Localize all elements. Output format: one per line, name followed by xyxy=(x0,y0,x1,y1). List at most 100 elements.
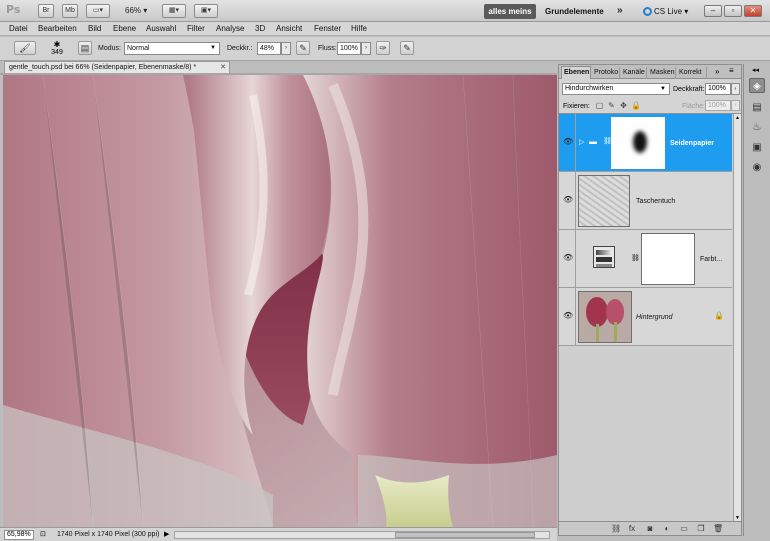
new-layer-icon[interactable]: ❐ xyxy=(696,524,706,534)
brush-tool-preset-icon[interactable]: 🖌 xyxy=(14,41,36,55)
menu-ansicht[interactable]: Ansicht xyxy=(276,23,302,35)
cs-live-button[interactable]: CS Live ▾ xyxy=(643,4,688,19)
layer-row-farbton[interactable]: 👁 ⛓ Farbt... xyxy=(559,230,732,288)
layer-name: Taschentuch xyxy=(636,198,676,205)
mode-dropdown[interactable]: Normal ▼ xyxy=(124,42,220,55)
layer-row-seidenpapier[interactable]: 👁 ▷ ▬ ⛓ Seidenpapier xyxy=(559,114,732,172)
dock-collapse-icon[interactable]: ◂◂ xyxy=(752,66,759,74)
mini-bridge-button[interactable]: Mb xyxy=(62,4,78,18)
visibility-eye-icon[interactable]: 👁 xyxy=(563,254,573,262)
layer-thumbnail[interactable] xyxy=(578,175,630,227)
fill-slider-button[interactable]: › xyxy=(731,100,740,111)
more-workspaces-button[interactable]: » xyxy=(617,4,623,18)
menu-ebene[interactable]: Ebene xyxy=(113,23,136,35)
panel-dock-strip: ◂◂ ◈ ▤ ♨ ▣ ◉ xyxy=(743,64,770,536)
lock-position-icon[interactable]: ✥ xyxy=(619,101,628,110)
adjustments-panel-icon[interactable]: ▤ xyxy=(749,100,765,115)
fill-input[interactable]: 100% xyxy=(705,100,731,111)
layers-panel: Ebenen Protoko Kanäle Masken Korrekt » ≡… xyxy=(558,64,742,536)
horizontal-scrollbar-thumb[interactable] xyxy=(395,532,535,538)
layer-opacity-input[interactable]: 100% xyxy=(705,83,731,95)
layer-opacity-slider-button[interactable]: › xyxy=(731,83,740,95)
layer-divider xyxy=(575,230,576,288)
tab-kanaele[interactable]: Kanäle xyxy=(621,67,647,79)
flow-slider-button[interactable]: › xyxy=(361,42,371,55)
layer-divider xyxy=(575,172,576,230)
panel-menu-icon[interactable]: ≡ xyxy=(729,66,734,75)
status-info-icon[interactable]: ⊡ xyxy=(40,530,46,538)
opacity-label: Deckkr.: xyxy=(227,45,253,52)
menu-auswahl[interactable]: Auswahl xyxy=(146,23,176,35)
panel-collapse-icon[interactable]: » xyxy=(715,67,719,76)
pressure-opacity-icon[interactable]: ✎ xyxy=(296,41,310,55)
close-button[interactable]: ✕ xyxy=(744,5,762,17)
link-layers-icon[interactable]: ⛓ xyxy=(611,524,621,534)
flow-input[interactable]: 100% xyxy=(337,42,361,55)
folder-icon: ▬ xyxy=(589,137,597,146)
view-extras-button[interactable]: ▭▾ xyxy=(86,4,110,18)
adjustment-layer-icon[interactable]: ◐ xyxy=(662,524,672,534)
adjustment-layer-icon[interactable] xyxy=(593,246,615,268)
menu-bild[interactable]: Bild xyxy=(88,23,101,35)
screen-mode-button[interactable]: ▣▾ xyxy=(194,4,218,18)
minimize-button[interactable]: – xyxy=(704,5,722,17)
menu-3d[interactable]: 3D xyxy=(255,23,265,35)
horizontal-scrollbar[interactable] xyxy=(174,531,550,539)
expand-group-icon[interactable]: ▷ xyxy=(579,138,584,146)
lock-all-icon[interactable]: 🔒 xyxy=(631,101,641,110)
options-bar: 🖌 ✱ 349 ▤ Modus: Normal ▼ Deckkr.: 48% › … xyxy=(0,37,770,61)
bridge-button[interactable]: Br xyxy=(38,4,54,18)
layer-row-hintergrund[interactable]: 👁 Hintergrund 🔒 xyxy=(559,288,732,346)
chain-link-icon[interactable]: ⛓ xyxy=(631,254,640,262)
menu-filter[interactable]: Filter xyxy=(187,23,205,35)
chevron-down-icon: ▼ xyxy=(210,45,216,51)
blend-mode-dropdown[interactable]: Hindurchwirken ▼ xyxy=(562,83,670,95)
menu-bearbeiten[interactable]: Bearbeiten xyxy=(38,23,77,35)
channels-panel-icon[interactable]: ♨ xyxy=(749,120,765,135)
add-mask-icon[interactable]: ◙ xyxy=(645,524,655,534)
masks-panel-icon[interactable]: ▣ xyxy=(749,140,765,155)
brush-panel-toggle-icon[interactable]: ▤ xyxy=(78,41,92,55)
lock-transparency-icon[interactable]: ▢ xyxy=(595,101,604,110)
brush-tip-icon: ✱ xyxy=(53,40,61,49)
workspace-alles-meins-button[interactable]: alles meins xyxy=(484,4,536,19)
layer-style-icon[interactable]: fx xyxy=(627,524,637,534)
tab-korrekturen[interactable]: Korrekt xyxy=(677,67,707,79)
visibility-eye-icon[interactable]: 👁 xyxy=(563,138,573,146)
status-menu-arrow-icon[interactable]: ▶ xyxy=(164,530,169,538)
delete-layer-icon[interactable]: 🗑 xyxy=(713,524,723,534)
lock-pixels-icon[interactable]: ✎ xyxy=(607,101,616,110)
airbrush-icon[interactable]: ✑ xyxy=(376,41,390,55)
layer-name: Seidenpapier xyxy=(670,140,714,147)
menu-fenster[interactable]: Fenster xyxy=(314,23,341,35)
menu-analyse[interactable]: Analyse xyxy=(216,23,244,35)
image-canvas[interactable] xyxy=(3,75,557,527)
layer-row-taschentuch[interactable]: 👁 Taschentuch xyxy=(559,172,732,230)
brush-size-picker[interactable]: ✱ 349 xyxy=(48,40,66,58)
layer-mask-thumbnail[interactable] xyxy=(611,117,665,169)
zoom-level-dropdown[interactable]: 66% ▾ xyxy=(125,4,147,18)
menu-datei[interactable]: Datei xyxy=(9,23,28,35)
opacity-input[interactable]: 48% xyxy=(257,42,281,55)
zoom-level-value: 66% xyxy=(125,6,142,15)
tab-ebenen[interactable]: Ebenen xyxy=(561,66,591,79)
tab-protokoll[interactable]: Protoko xyxy=(592,67,620,79)
layers-panel-icon[interactable]: ◈ xyxy=(749,78,765,93)
visibility-eye-icon[interactable]: 👁 xyxy=(563,312,573,320)
layer-mask-thumbnail[interactable] xyxy=(641,233,695,285)
maximize-button[interactable]: ▫ xyxy=(724,5,742,17)
tab-masken[interactable]: Masken xyxy=(648,67,676,79)
scroll-up-icon[interactable]: ▲ xyxy=(734,114,741,122)
zoom-input[interactable]: 65,98% xyxy=(4,530,34,540)
chevron-down-icon: ▼ xyxy=(660,86,666,92)
layer-thumbnail[interactable] xyxy=(578,291,632,343)
arrange-documents-button[interactable]: ▦▾ xyxy=(162,4,186,18)
pressure-size-icon[interactable]: ✎ xyxy=(400,41,414,55)
layers-scrollbar[interactable]: ▲ ▼ xyxy=(733,114,741,522)
workspace-grundelemente-button[interactable]: Grundelemente xyxy=(545,4,604,19)
visibility-eye-icon[interactable]: 👁 xyxy=(563,196,573,204)
menu-hilfe[interactable]: Hilfe xyxy=(351,23,367,35)
new-group-icon[interactable]: ▭ xyxy=(679,524,689,534)
styles-panel-icon[interactable]: ◉ xyxy=(749,160,765,175)
opacity-slider-button[interactable]: › xyxy=(281,42,291,55)
